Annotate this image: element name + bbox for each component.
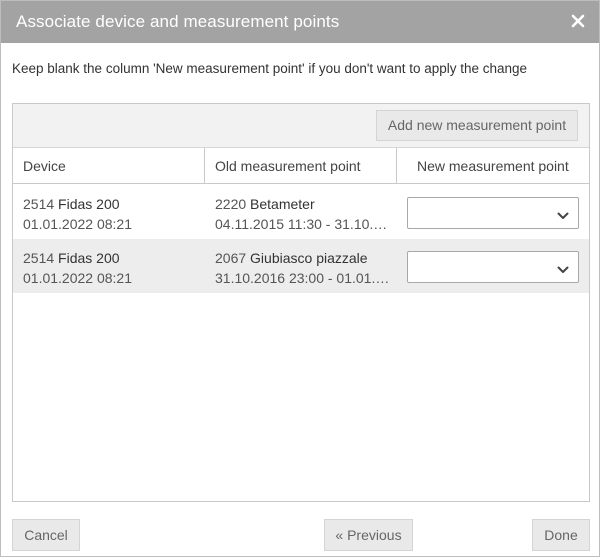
old-point-name: Giubiasco piazzale xyxy=(250,250,368,266)
old-point-id: 2220 xyxy=(215,196,247,212)
add-measurement-point-button[interactable]: Add new measurement point xyxy=(376,110,578,141)
old-point-period: 04.11.2015 11:30 - 31.10.2… xyxy=(215,216,391,232)
device-date: 01.01.2022 08:21 xyxy=(23,270,132,286)
column-header-new-measurement-point: New measurement point xyxy=(417,158,569,174)
chevron-down-icon xyxy=(557,262,569,273)
device-name: Fidas 200 xyxy=(58,250,120,266)
device-cell: 2514 Fidas 200 01.01.2022 08:21 xyxy=(23,248,203,288)
old-point-id: 2067 xyxy=(215,250,247,266)
device-id: 2514 xyxy=(23,196,55,212)
device-name: Fidas 200 xyxy=(58,196,120,212)
instruction-text: Keep blank the column 'New measurement p… xyxy=(12,61,528,76)
done-button[interactable]: Done xyxy=(532,519,590,551)
table-header: Device Old measurement point New measure… xyxy=(13,148,589,184)
associate-dialog: Associate device and measurement points … xyxy=(0,0,600,557)
column-divider xyxy=(204,148,205,184)
device-id: 2514 xyxy=(23,250,55,266)
new-measurement-point-select[interactable] xyxy=(407,197,579,229)
new-measurement-point-select[interactable] xyxy=(407,251,579,283)
column-header-device: Device xyxy=(23,158,66,174)
chevron-down-icon xyxy=(557,208,569,219)
table-toolbar: Add new measurement point xyxy=(13,104,589,148)
table-row[interactable]: 2514 Fidas 200 01.01.2022 08:21 2220 Bet… xyxy=(13,185,589,239)
column-divider xyxy=(396,148,397,184)
cancel-button[interactable]: Cancel xyxy=(12,519,80,551)
device-date: 01.01.2022 08:21 xyxy=(23,216,132,232)
old-point-name: Betameter xyxy=(250,196,315,212)
close-icon[interactable] xyxy=(569,12,587,30)
association-table-panel: Add new measurement point Device Old mea… xyxy=(12,103,590,502)
old-measurement-point-cell: 2067 Giubiasco piazzale 31.10.2016 23:00… xyxy=(215,248,391,288)
previous-button[interactable]: « Previous xyxy=(324,519,413,551)
table-row[interactable]: 2514 Fidas 200 01.01.2022 08:21 2067 Giu… xyxy=(13,239,589,293)
dialog-titlebar: Associate device and measurement points xyxy=(1,1,599,43)
dialog-title: Associate device and measurement points xyxy=(16,12,340,31)
column-header-old-measurement-point: Old measurement point xyxy=(215,158,361,174)
old-point-period: 31.10.2016 23:00 - 01.01.2… xyxy=(215,270,391,286)
old-measurement-point-cell: 2220 Betameter 04.11.2015 11:30 - 31.10.… xyxy=(215,194,391,234)
device-cell: 2514 Fidas 200 01.01.2022 08:21 xyxy=(23,194,203,234)
